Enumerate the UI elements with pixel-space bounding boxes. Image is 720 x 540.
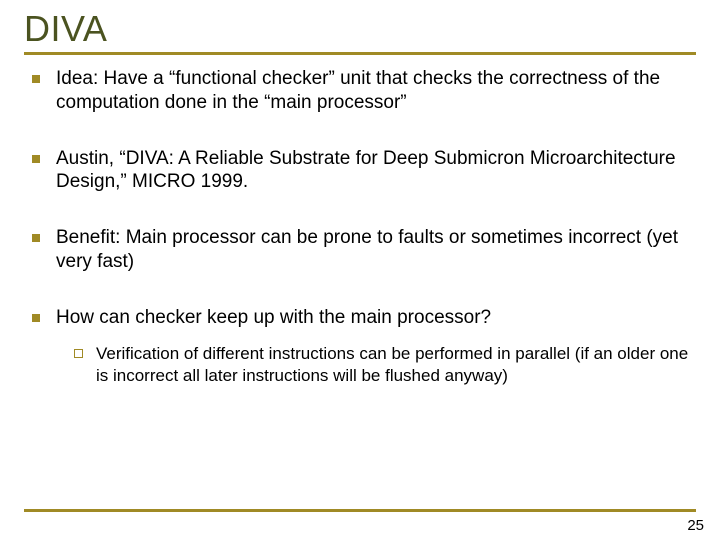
bullet-list: Idea: Have a “functional checker” unit t… [24,67,696,386]
slide-body: Idea: Have a “functional checker” unit t… [24,67,696,386]
bullet-item: Austin, “DIVA: A Reliable Substrate for … [28,147,696,195]
sub-bullet-list: Verification of different instructions c… [72,343,696,386]
bullet-item: How can checker keep up with the main pr… [28,306,696,386]
slide-title: DIVA [24,8,696,50]
bullet-text: Benefit: Main processor can be prone to … [56,227,678,272]
sub-bullet-item: Verification of different instructions c… [72,343,696,386]
bullet-item: Idea: Have a “functional checker” unit t… [28,67,696,115]
page-number: 25 [687,517,704,534]
bullet-text: Austin, “DIVA: A Reliable Substrate for … [56,148,676,193]
title-divider [24,52,696,55]
slide: DIVA Idea: Have a “functional checker” u… [0,0,720,540]
sub-bullet-text: Verification of different instructions c… [96,344,688,384]
bullet-item: Benefit: Main processor can be prone to … [28,226,696,274]
footer-divider [24,509,696,512]
bullet-text: How can checker keep up with the main pr… [56,307,491,328]
bullet-text: Idea: Have a “functional checker” unit t… [56,68,660,113]
